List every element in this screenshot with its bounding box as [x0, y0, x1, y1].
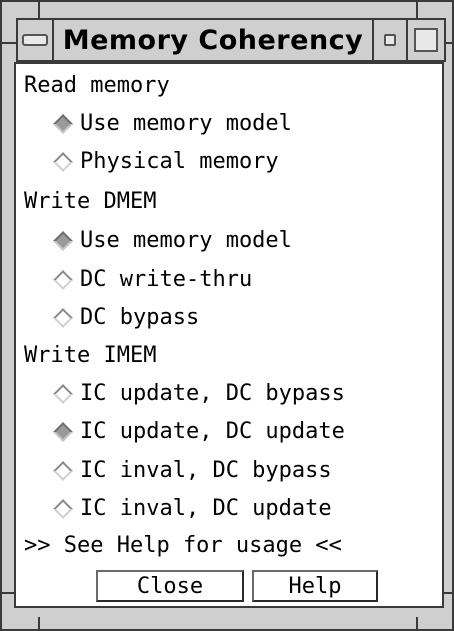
- frame-resize-handle[interactable]: [416, 617, 418, 629]
- write-dmem-label: Write DMEM: [24, 189, 157, 214]
- radio-label: Physical memory: [80, 149, 279, 174]
- maximize-icon: [414, 28, 438, 52]
- radio-diamond-selected-icon: [53, 231, 73, 251]
- radio-label: IC update, DC bypass: [80, 381, 345, 406]
- radio-read-physical-memory[interactable]: Physical memory: [53, 148, 279, 176]
- radio-label: IC update, DC update: [80, 419, 345, 444]
- radio-imem-ic-inval-dc-update[interactable]: IC inval, DC update: [53, 495, 332, 523]
- radio-label: DC write-thru: [80, 267, 253, 292]
- radio-diamond-selected-icon: [53, 114, 73, 134]
- radio-diamond-unselected-icon: [53, 499, 73, 519]
- radio-diamond-selected-icon: [53, 422, 73, 442]
- maximize-button[interactable]: [408, 20, 444, 60]
- radio-diamond-unselected-icon: [53, 270, 73, 290]
- radio-diamond-unselected-icon: [53, 152, 73, 172]
- minimize-icon: [384, 34, 396, 46]
- help-note: >> See Help for usage <<: [24, 533, 342, 558]
- frame-resize-handle[interactable]: [38, 617, 40, 629]
- frame-resize-handle[interactable]: [416, 2, 418, 18]
- radio-imem-ic-update-dc-update[interactable]: IC update, DC update: [53, 418, 345, 446]
- title-bar[interactable]: Memory Coherency: [16, 18, 446, 62]
- radio-label: IC inval, DC update: [80, 496, 332, 521]
- radio-read-use-memory-model[interactable]: Use memory model: [53, 110, 292, 138]
- frame-resize-handle[interactable]: [2, 42, 16, 44]
- radio-imem-ic-update-dc-bypass[interactable]: IC update, DC bypass: [53, 380, 345, 408]
- frame-resize-handle[interactable]: [38, 2, 40, 18]
- radio-diamond-unselected-icon: [53, 308, 73, 328]
- radio-diamond-unselected-icon: [53, 384, 73, 404]
- minimize-button[interactable]: [372, 20, 408, 60]
- close-button[interactable]: Close: [96, 570, 244, 602]
- radio-label: DC bypass: [80, 305, 200, 330]
- write-imem-label: Write IMEM: [24, 343, 157, 368]
- content-panel: [14, 62, 444, 608]
- window-menu-button[interactable]: [18, 20, 54, 60]
- read-memory-label: Read memory: [24, 73, 170, 98]
- help-button[interactable]: Help: [252, 570, 378, 602]
- radio-label: IC inval, DC bypass: [80, 458, 332, 483]
- radio-label: Use memory model: [80, 111, 292, 136]
- window-title: Memory Coherency: [62, 24, 364, 56]
- window-menu-icon: [22, 34, 48, 46]
- radio-dmem-dc-bypass[interactable]: DC bypass: [53, 304, 200, 332]
- radio-imem-ic-inval-dc-bypass[interactable]: IC inval, DC bypass: [53, 457, 332, 485]
- radio-dmem-dc-write-thru[interactable]: DC write-thru: [53, 266, 253, 294]
- radio-diamond-unselected-icon: [53, 461, 73, 481]
- radio-dmem-use-memory-model[interactable]: Use memory model: [53, 227, 292, 255]
- radio-label: Use memory model: [80, 228, 292, 253]
